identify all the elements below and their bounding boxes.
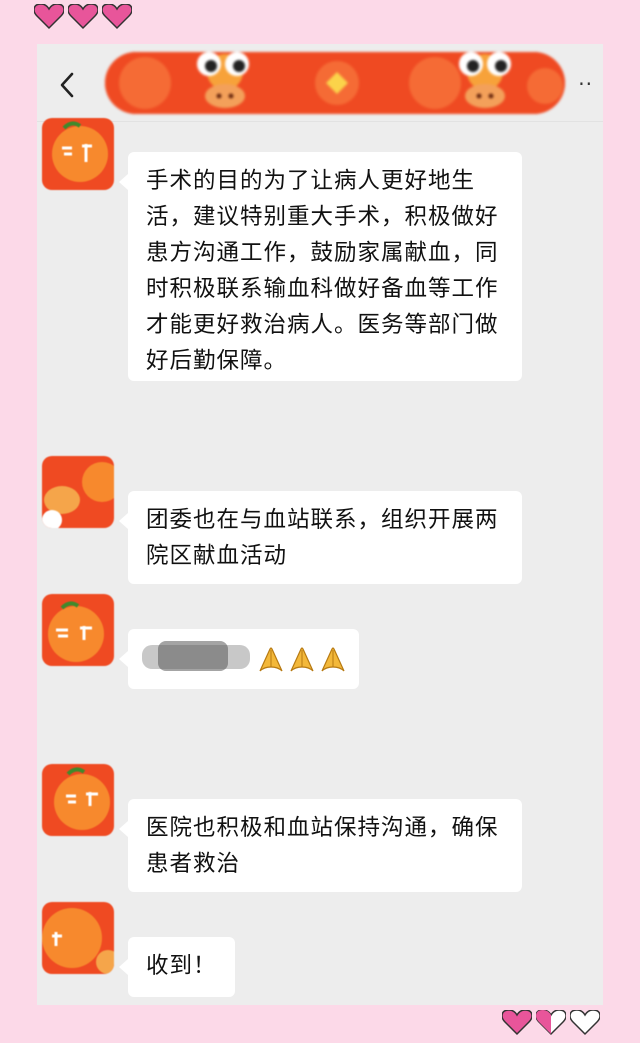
banner-art bbox=[105, 52, 565, 114]
avatar[interactable] bbox=[42, 456, 114, 528]
chat-header: ·· bbox=[37, 44, 603, 122]
message-text: 手术的目的为了让病人更好地生活，建议特别重大手术，积极做好患方沟通工作，鼓励家属… bbox=[146, 168, 499, 374]
avatar[interactable] bbox=[42, 764, 114, 836]
blurred-chat-title-banner bbox=[105, 52, 565, 114]
message-bubble: 医院也积极和血站保持沟通，确保患者救治 bbox=[119, 799, 522, 892]
emoji-row bbox=[256, 645, 348, 673]
message-bubble: 收到！ bbox=[119, 937, 235, 997]
message-bubble: 团委也在与血站联系，组织开展两院区献血活动 bbox=[119, 491, 522, 584]
avatar[interactable] bbox=[42, 902, 114, 974]
bottom-hearts-decoration bbox=[502, 1010, 600, 1036]
message-text: 团委也在与血站联系，组织开展两院区献血活动 bbox=[146, 507, 499, 569]
message-bubble: 手术的目的为了让病人更好地生活，建议特别重大手术，积极做好患方沟通工作，鼓励家属… bbox=[119, 152, 522, 381]
folded-hands-icon bbox=[259, 647, 283, 672]
message-bubble bbox=[119, 629, 359, 689]
more-dots-icon[interactable]: ·· bbox=[578, 74, 593, 94]
folded-hands-icon bbox=[290, 647, 314, 672]
folded-hands-icon bbox=[321, 647, 345, 672]
pink-heart-icon bbox=[102, 4, 132, 30]
pink-heart-icon bbox=[68, 4, 98, 30]
chat-window: ·· 手术的目的为了让病人更好地生活，建议特别重大手术，积极做好患方沟通工作，鼓… bbox=[37, 44, 603, 1005]
top-hearts-decoration bbox=[34, 4, 132, 30]
pink-heart-icon bbox=[502, 1010, 532, 1036]
message-text: 医院也积极和血站保持沟通，确保患者救治 bbox=[146, 815, 499, 877]
avatar[interactable] bbox=[42, 118, 114, 190]
message-text: 收到！ bbox=[146, 953, 217, 979]
pink-heart-icon bbox=[34, 4, 64, 30]
redacted-text-smudge bbox=[142, 641, 250, 671]
half-pink-heart-icon bbox=[536, 1010, 566, 1036]
white-heart-icon bbox=[570, 1010, 600, 1036]
avatar[interactable] bbox=[42, 594, 114, 666]
chevron-left-icon[interactable] bbox=[55, 68, 81, 102]
